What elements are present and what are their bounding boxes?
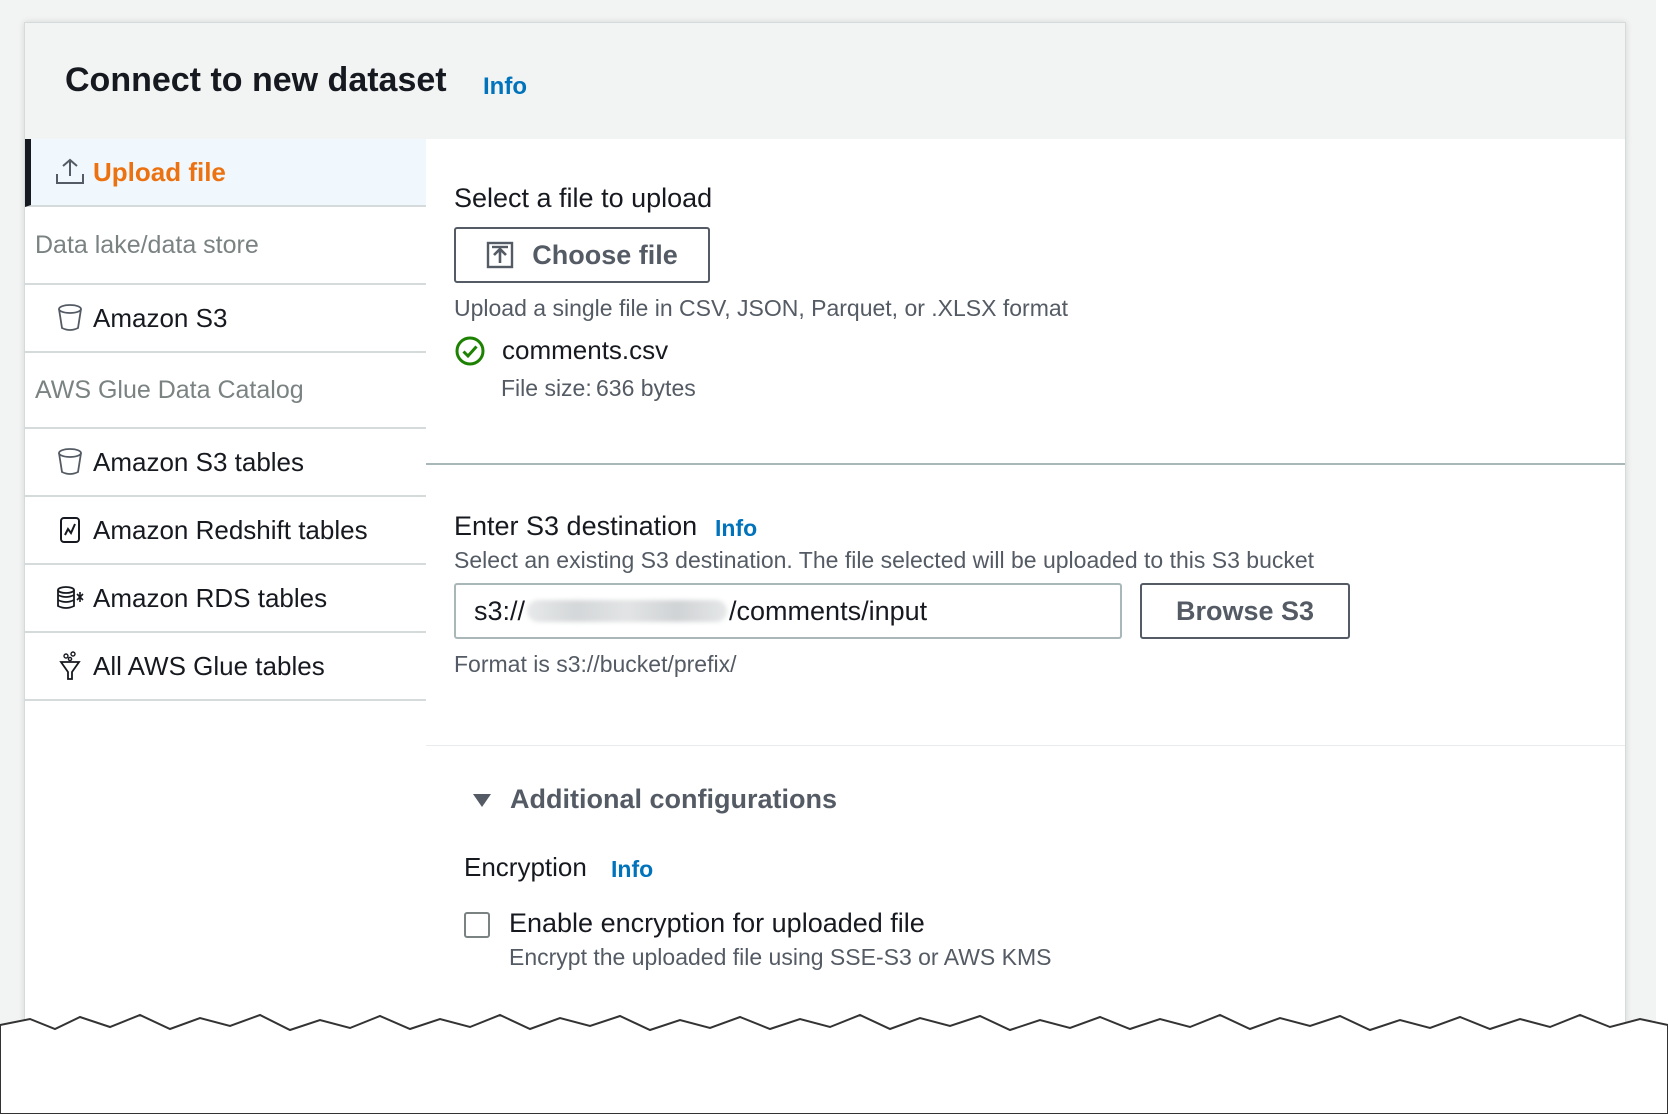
sidebar-item-rds-tables[interactable]: Amazon RDS tables [25, 565, 426, 633]
s3-destination-input[interactable]: s3:// /comments/input [454, 583, 1122, 639]
upload-label: Select a file to upload [454, 183, 713, 213]
sidebar-item-label: Amazon RDS tables [93, 582, 328, 613]
bucket-icon [53, 445, 87, 479]
title-info-link[interactable]: Info [483, 73, 527, 101]
s3-path-suffix: /comments/input [729, 595, 928, 626]
upload-section: Select a file to upload Choose file Uplo… [426, 139, 1625, 465]
sidebar-item-label: Amazon Redshift tables [93, 514, 368, 545]
sidebar-item-all-glue-tables[interactable]: All AWS Glue tables [25, 633, 426, 701]
enable-encryption-label[interactable]: Enable encryption for uploaded file [509, 908, 925, 939]
encryption-description: Encrypt the uploaded file using SSE-S3 o… [509, 944, 1052, 970]
enable-encryption-checkbox[interactable] [464, 912, 490, 938]
s3-path-prefix: s3:// [474, 595, 526, 626]
sidebar-item-label: Amazon S3 [93, 302, 228, 333]
upload-icon [53, 155, 87, 189]
connect-dataset-panel: Connect to new dataset Info Upload file … [24, 22, 1626, 1044]
s3-destination-label: Enter S3 destination [454, 511, 698, 541]
panel-header: Connect to new dataset Info [25, 23, 1625, 140]
choose-file-button[interactable]: Choose file [454, 227, 710, 283]
sidebar-item-label: Upload file [93, 156, 226, 187]
glue-icon [53, 649, 87, 683]
encryption-info-link[interactable]: Info [611, 856, 653, 883]
sidebar-item-upload-file[interactable]: Upload file [25, 139, 426, 207]
encryption-label: Encryption [464, 852, 587, 882]
sidebar-group-glue-catalog: AWS Glue Data Catalog [25, 353, 426, 429]
sidebar-item-amazon-s3[interactable]: Amazon S3 [25, 285, 426, 353]
torn-edge [0, 1013, 1668, 1114]
s3-format-hint: Format is s3://bucket/prefix/ [454, 651, 737, 677]
upload-format-hint: Upload a single file in CSV, JSON, Parqu… [454, 295, 1069, 321]
browse-s3-button[interactable]: Browse S3 [1140, 583, 1350, 639]
bucket-icon [53, 301, 87, 335]
sidebar-item-redshift-tables[interactable]: Amazon Redshift tables [25, 497, 426, 565]
file-size-label: File size: [501, 375, 592, 401]
choose-file-label: Choose file [532, 239, 678, 270]
rds-icon [53, 581, 87, 615]
caret-down-icon [472, 792, 492, 808]
sidebar-item-label: Amazon S3 tables [93, 446, 305, 477]
additional-config-title: Additional configurations [510, 784, 837, 814]
uploaded-file-name: comments.csv [502, 335, 669, 365]
s3-destination-section: Enter S3 destination Info Select an exis… [426, 465, 1625, 746]
sidebar-group-label: Data lake/data store [35, 230, 259, 259]
source-sidebar: Upload file Data lake/data store Amazon … [25, 139, 428, 1043]
additional-config-toggle[interactable]: Additional configurations [472, 784, 837, 815]
browse-s3-label: Browse S3 [1175, 595, 1315, 626]
page-title: Connect to new dataset [65, 61, 447, 99]
redacted-bucket-name [527, 600, 728, 622]
sidebar-group-data-lake: Data lake/data store [25, 207, 426, 285]
sidebar-group-label: AWS Glue Data Catalog [35, 375, 304, 404]
s3-destination-info-link[interactable]: Info [715, 515, 757, 542]
sidebar-item-amazon-s3-tables[interactable]: Amazon S3 tables [25, 429, 426, 497]
sidebar-item-label: All AWS Glue tables [93, 650, 325, 681]
s3-destination-description: Select an existing S3 destination. The f… [454, 547, 1315, 573]
success-check-icon [454, 335, 486, 372]
redshift-icon [53, 513, 87, 547]
upload-box-icon [486, 241, 514, 269]
file-size-value: 636 bytes [596, 375, 696, 401]
